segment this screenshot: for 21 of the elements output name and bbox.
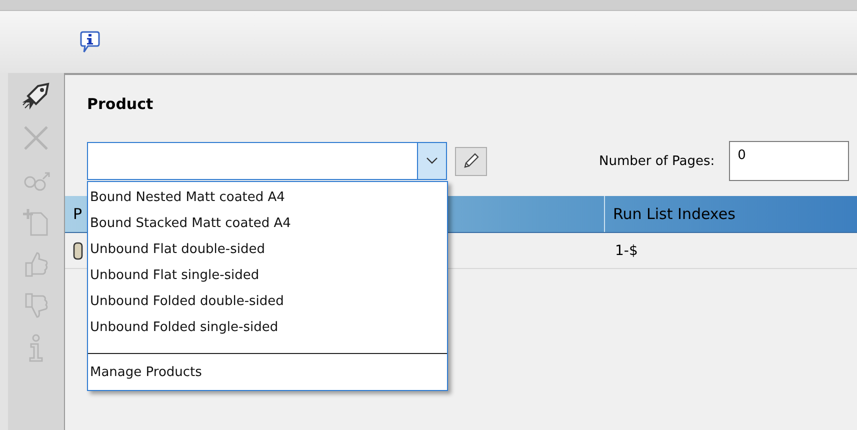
dropdown-option[interactable]: Unbound Folded double-sided: [90, 294, 284, 308]
dropdown-option[interactable]: Unbound Flat double-sided: [90, 242, 265, 256]
manage-products-option[interactable]: Manage Products: [90, 364, 202, 380]
product-combo[interactable]: [87, 142, 447, 180]
info-icon[interactable]: [80, 31, 100, 53]
dropdown-option[interactable]: Bound Nested Matt coated A4: [90, 190, 285, 204]
dropdown-option[interactable]: Unbound Flat single-sided: [90, 268, 260, 282]
dropdown-option[interactable]: Bound Stacked Matt coated A4: [90, 216, 291, 230]
caret-icon: [426, 157, 438, 165]
column-header: P: [73, 205, 82, 223]
column-header: Run List Indexes: [613, 205, 736, 223]
dropdown-button[interactable]: [417, 143, 446, 179]
pencil-icon: [462, 152, 480, 170]
rocket-icon[interactable]: [21, 81, 51, 111]
section-title: Product: [86, 94, 154, 115]
product-icon: [73, 242, 83, 260]
edit-button[interactable]: [455, 146, 487, 176]
pages-label: Number of Pages:: [599, 154, 715, 168]
table-cell: 1-$: [615, 242, 638, 258]
pages-input[interactable]: 0: [728, 141, 849, 181]
dropdown-option[interactable]: Unbound Folded single-sided: [90, 320, 278, 334]
